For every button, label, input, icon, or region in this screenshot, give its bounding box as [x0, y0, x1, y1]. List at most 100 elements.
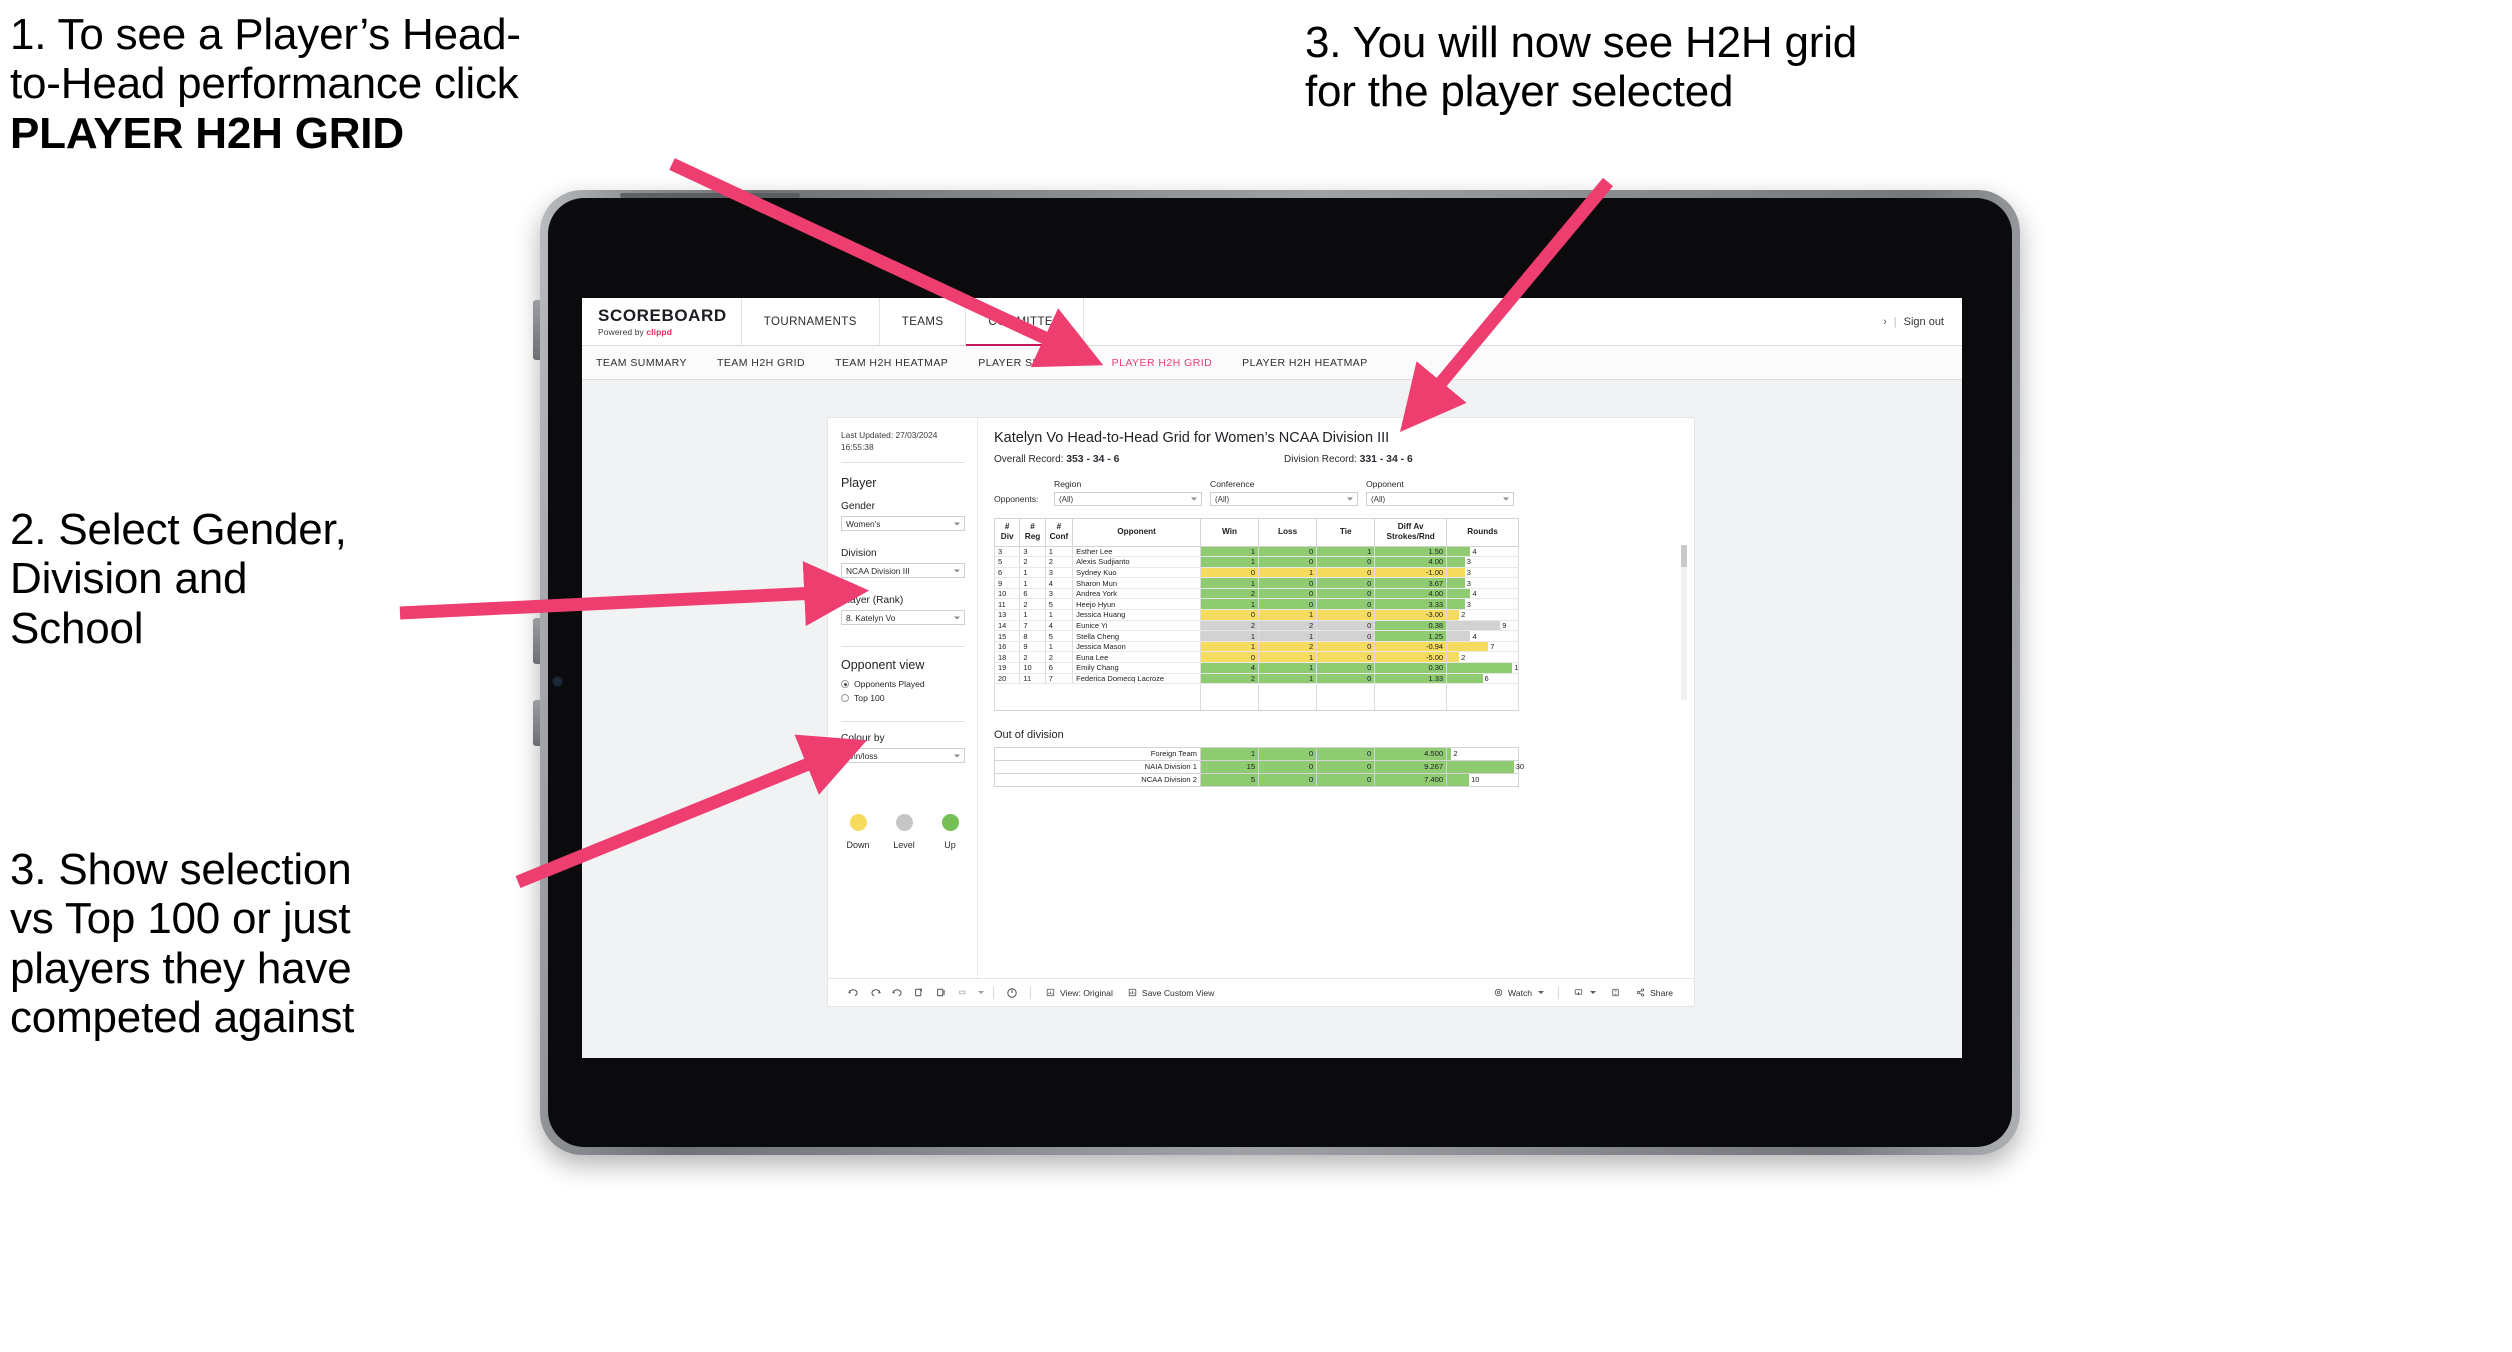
table-row[interactable]: 19106Emily Chang4100.3011 — [993, 662, 1519, 674]
cell-opponent: Jessica Mason — [1072, 641, 1201, 653]
record-row: Overall Record: 353 - 34 - 6 Division Re… — [994, 454, 1678, 465]
h2h-grid-body: 3 3 1 Esther Lee 1 0 1 1.50 4 5 2 2 Alexis Sudjianto… — [993, 546, 1519, 685]
table-row[interactable]: 16 9 1 Jessica Mason 1 2 0 -0.94 7 — [993, 641, 1519, 653]
out-of-division-row[interactable]: NCAA Division 2 5 0 0 7.400 10 — [994, 772, 1519, 787]
toolbar-dropdown-caret[interactable] — [974, 982, 986, 1004]
grid-scrollbar[interactable] — [1681, 545, 1687, 700]
cell-div: 9 — [993, 577, 1021, 589]
cell-div: 5 — [993, 556, 1021, 568]
radio-top-100-label: Top 100 — [854, 693, 885, 704]
share-button[interactable]: Share — [1628, 987, 1680, 998]
tablet-volume-up-button[interactable] — [533, 618, 540, 664]
out-of-division-body: Foreign Team 1 0 0 4.500 2 NAIA Division 1 15 0 0… — [994, 746, 1524, 787]
colour-by-label: Colour by — [841, 733, 885, 745]
conference-label: Conference — [1210, 479, 1255, 489]
tablet-power-button[interactable] — [533, 300, 540, 360]
conference-select[interactable]: (All) — [1210, 492, 1358, 506]
division-select[interactable]: NCAA Division III — [841, 563, 965, 579]
redo-icon[interactable] — [864, 982, 886, 1004]
cell-opponent: Sydney Kuo — [1072, 567, 1201, 579]
table-row[interactable]: 20 11 7 Federica Domecq Lacroze 2 1 0 1.33 6 — [993, 673, 1519, 685]
app-header: SCOREBOARD Powered by clippd TOURNAMENTS… — [582, 298, 1962, 346]
download-button[interactable] — [1566, 987, 1603, 998]
top-nav-teams[interactable]: TEAMS — [880, 298, 967, 345]
table-row[interactable]: 6 1 3 Sydney Kuo 0 1 0 -1.00 3 — [993, 567, 1519, 579]
annotation-3: 3. Show selection vs Top 100 or just pla… — [10, 845, 540, 1042]
tab-team-h2h-grid[interactable]: TEAM H2H GRID — [717, 357, 805, 369]
out-of-division-row[interactable]: Foreign Team 1 0 0 4.500 2 — [994, 746, 1519, 761]
out-of-division-row[interactable]: NAIA Division 1 15 0 0 9.267 30 — [994, 759, 1524, 774]
cell-rounds: 3 — [1446, 598, 1519, 611]
h2h-grid-header-row: # Div # Reg # Conf Opponent Win Loss Tie Diff Av St… — [993, 518, 1519, 547]
undo-icon[interactable] — [842, 982, 864, 1004]
cell-opponent: Federica Domecq Lacroze — [1072, 673, 1201, 685]
cell-loss: 0 — [1258, 759, 1318, 774]
alert-icon[interactable] — [952, 982, 974, 1004]
cell-reg: 7 — [1019, 620, 1046, 632]
radio-opponents-played[interactable]: Opponents Played — [841, 679, 965, 689]
fullscreen-button[interactable] — [1603, 987, 1628, 998]
table-row[interactable]: 13 1 1 Jessica Huang 0 1 0 -3.00 2 — [993, 609, 1519, 621]
top-nav-tournaments[interactable]: TOURNAMENTS — [742, 298, 880, 345]
radio-icon-unselected — [841, 694, 849, 703]
sign-out-link[interactable]: Sign out — [1904, 316, 1944, 328]
tablet-volume-down-button[interactable] — [533, 700, 540, 746]
tab-team-summary[interactable]: TEAM SUMMARY — [596, 357, 687, 369]
cell-reg: 11 — [1019, 673, 1046, 685]
cell-reg: 1 — [1019, 609, 1046, 621]
cell-diff: 0.30 — [1374, 662, 1448, 674]
h2h-grid-table: # Div # Reg # Conf Opponent Win Loss Tie Diff Av St… — [993, 518, 1519, 685]
table-row[interactable]: 5 2 2 Alexis Sudjianto 1 0 0 4.00 3 — [993, 556, 1519, 568]
cell-div: 13 — [993, 609, 1021, 621]
region-select[interactable]: (All) — [1054, 492, 1202, 506]
top-nav-tournaments-label: TOURNAMENTS — [763, 315, 857, 328]
header-divider: | — [1893, 315, 1897, 328]
out-of-division-table: Foreign Team 1 0 0 4.500 2 NAIA Division 1 15 0 0… — [994, 746, 1524, 787]
brand-logo[interactable]: SCOREBOARD Powered by clippd — [582, 298, 742, 345]
colour-by-select[interactable]: Win/loss — [841, 748, 965, 764]
radio-top-100[interactable]: Top 100 — [841, 693, 965, 703]
grid-scrollbar-thumb[interactable] — [1681, 545, 1687, 567]
cell-conf: 7 — [1044, 673, 1074, 685]
legend-level-label: Level — [893, 840, 915, 851]
tab-player-h2h-heatmap[interactable]: PLAYER H2H HEATMAP — [1242, 357, 1368, 369]
chevron-right-icon[interactable]: › — [1883, 316, 1887, 328]
tab-player-h2h-grid[interactable]: PLAYER H2H GRID — [1112, 357, 1213, 369]
player-rank-select[interactable]: 8. Katelyn Vo — [841, 610, 965, 626]
legend-dot-down — [849, 814, 867, 832]
top-nav-committee[interactable]: COMMITTEE — [966, 298, 1085, 346]
table-row[interactable]: 18 2 2 Euna Lee 0 1 0 -5.00 2 — [993, 651, 1519, 664]
division-record-label: Division Record: — [1284, 454, 1360, 465]
grid-col-header: Diff Av Strokes/Rnd — [1374, 518, 1448, 547]
pause-icon[interactable] — [930, 982, 952, 1004]
cell-conf: 3 — [1044, 567, 1074, 579]
cell-diff: 1.25 — [1374, 630, 1448, 642]
tab-player-summary[interactable]: PLAYER SUMMARY — [978, 357, 1081, 369]
table-row[interactable]: 10 6 3 Andrea York 2 0 0 4.00 4 — [993, 588, 1519, 600]
watch-button[interactable]: Watch — [1486, 987, 1551, 998]
annotation-4: 3. You will now see H2H grid for the pla… — [1305, 18, 2125, 117]
cell-loss: 1 — [1258, 651, 1318, 664]
cell-diff: -3.00 — [1374, 609, 1448, 621]
opponent-select[interactable]: (All) — [1366, 492, 1514, 506]
grid-col-header: Loss — [1258, 518, 1318, 547]
overall-record: Overall Record: 353 - 34 - 6 — [994, 454, 1284, 465]
revert-icon[interactable] — [886, 982, 908, 1004]
cell-div: 18 — [993, 651, 1021, 664]
legend-level: Level — [889, 814, 919, 850]
legend-down: Down — [843, 814, 873, 850]
table-row[interactable]: 15 8 5 Stella Cheng 1 1 0 1.25 4 — [993, 630, 1519, 642]
cell-conf: 1 — [1044, 641, 1074, 653]
table-row[interactable]: 9 1 4 Sharon Mun 1 0 0 3.67 3 — [993, 577, 1519, 589]
gender-select[interactable]: Women's — [841, 516, 965, 532]
tab-team-h2h-heatmap[interactable]: TEAM H2H HEATMAP — [835, 357, 948, 369]
pause-auto-update-icon[interactable] — [1001, 982, 1023, 1004]
table-row[interactable]: 3 3 1 Esther Lee 1 0 1 1.50 4 — [993, 546, 1519, 558]
annotation-3-line-1: 3. Show selection — [10, 845, 352, 894]
refresh-icon[interactable] — [908, 982, 930, 1004]
save-custom-view-button[interactable]: Save Custom View — [1120, 987, 1221, 998]
view-original-button[interactable]: View: Original — [1038, 987, 1120, 998]
cell-tie: 0 — [1316, 746, 1376, 761]
table-row[interactable]: 14 7 4 Eunice Yi 2 2 0 0.38 9 — [993, 620, 1519, 632]
table-row[interactable]: 11 2 5 Heejo Hyun 1 0 0 3.33 3 — [993, 598, 1519, 611]
